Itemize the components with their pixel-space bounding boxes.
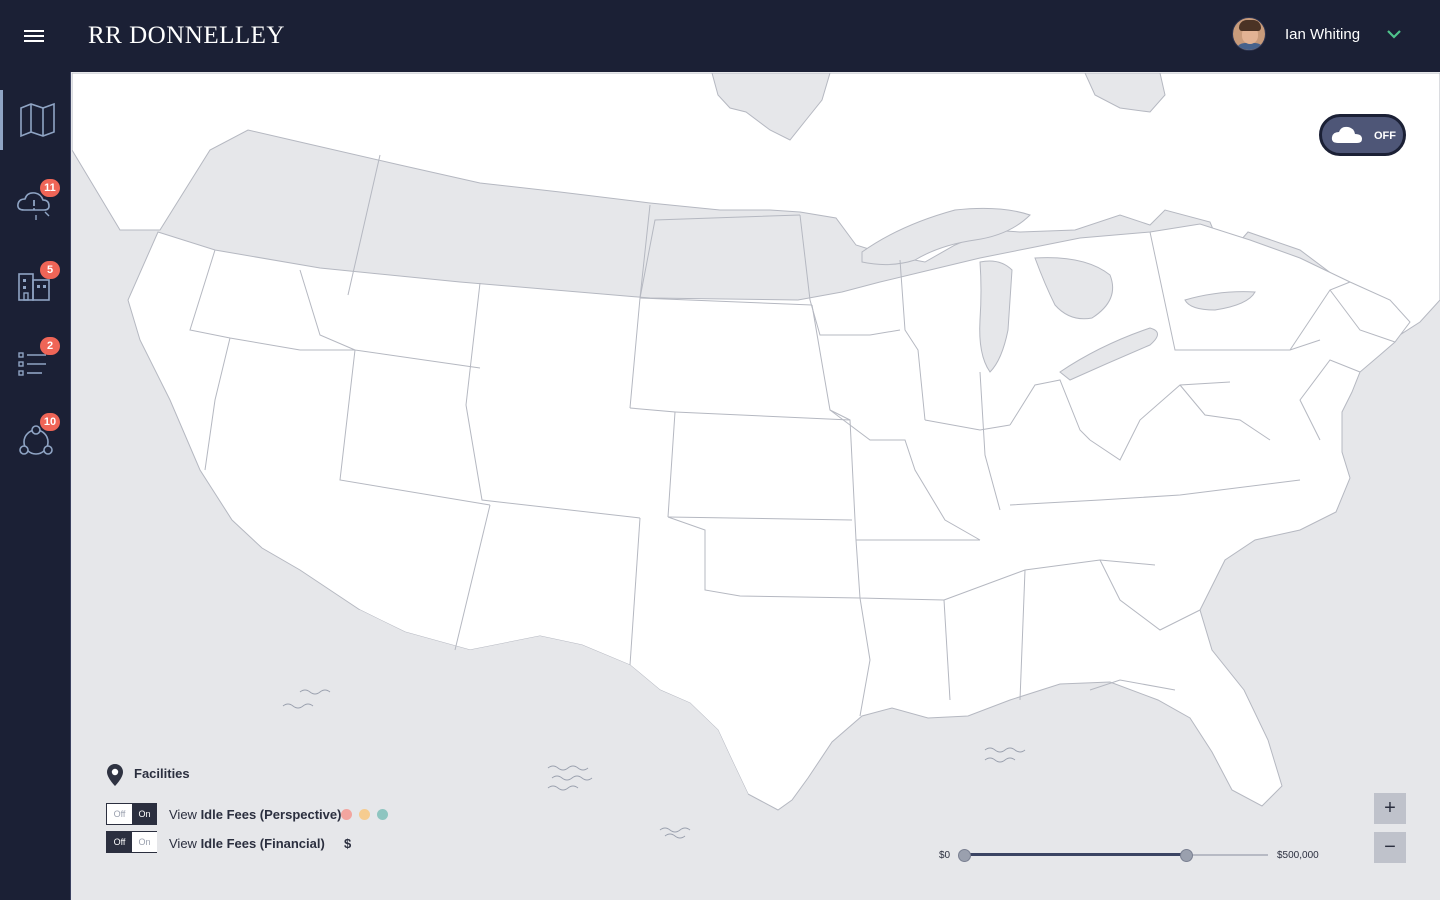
switch-on-option[interactable]: On: [132, 832, 157, 852]
perspective-fees-label: View Idle Fees (Perspective): [169, 807, 341, 822]
switch-off-option[interactable]: Off: [107, 832, 132, 852]
label-bold: Idle Fees (Perspective): [200, 807, 342, 822]
legend-title: Facilities: [134, 766, 190, 781]
location-pin-icon: [107, 764, 123, 786]
label-prefix: View: [169, 836, 201, 851]
sidebar-item-facilities[interactable]: 5: [0, 252, 71, 312]
label-bold: Idle Fees (Financial): [200, 836, 325, 851]
perspective-dot-low: [377, 809, 388, 820]
weather-alerts-badge: 11: [40, 179, 60, 197]
top-bar: RR DONNELLEY Ian Whiting: [0, 0, 1440, 72]
network-badge: 10: [40, 413, 60, 431]
slider-min-label: $0: [939, 850, 951, 861]
fee-range-min-handle[interactable]: [958, 849, 971, 862]
chevron-down-icon[interactable]: [1386, 28, 1402, 40]
cloud-icon: [1331, 126, 1362, 143]
dollar-symbol: $: [344, 836, 352, 851]
perspective-dot-medium: [359, 809, 370, 820]
financial-fees-switch[interactable]: Off On: [106, 831, 157, 853]
map-icon: [20, 102, 55, 138]
weather-toggle-label: OFF: [1374, 130, 1396, 142]
sidebar-item-network[interactable]: 10: [0, 404, 71, 464]
switch-off-option[interactable]: Off: [107, 804, 132, 824]
user-name[interactable]: Ian Whiting: [1285, 26, 1360, 43]
brand-logo: RR DONNELLEY: [88, 22, 285, 49]
switch-on-option[interactable]: On: [132, 804, 157, 824]
slider-max-label: $500,000: [1277, 850, 1319, 861]
fee-range-max-handle[interactable]: [1179, 849, 1193, 862]
tasks-badge: 2: [40, 337, 60, 355]
sidebar: 11 5 2 10: [0, 72, 71, 900]
sidebar-item-map[interactable]: [0, 90, 71, 150]
facilities-badge: 5: [40, 261, 60, 279]
weather-overlay-toggle[interactable]: OFF: [1319, 114, 1406, 156]
menu-icon[interactable]: [24, 28, 46, 44]
sidebar-item-tasks[interactable]: 2: [0, 328, 71, 388]
map-canvas[interactable]: [72, 73, 1440, 900]
zoom-out-button[interactable]: −: [1374, 832, 1406, 863]
fee-range-fill: [964, 853, 1186, 856]
avatar[interactable]: [1232, 17, 1266, 51]
us-map[interactable]: [72, 73, 1440, 900]
sidebar-item-weather-alerts[interactable]: 11: [0, 170, 71, 230]
zoom-in-button[interactable]: +: [1374, 793, 1406, 824]
perspective-dot-high: [341, 809, 352, 820]
label-prefix: View: [169, 807, 201, 822]
financial-fees-label: View Idle Fees (Financial): [169, 836, 325, 851]
perspective-fees-switch[interactable]: Off On: [106, 803, 157, 825]
